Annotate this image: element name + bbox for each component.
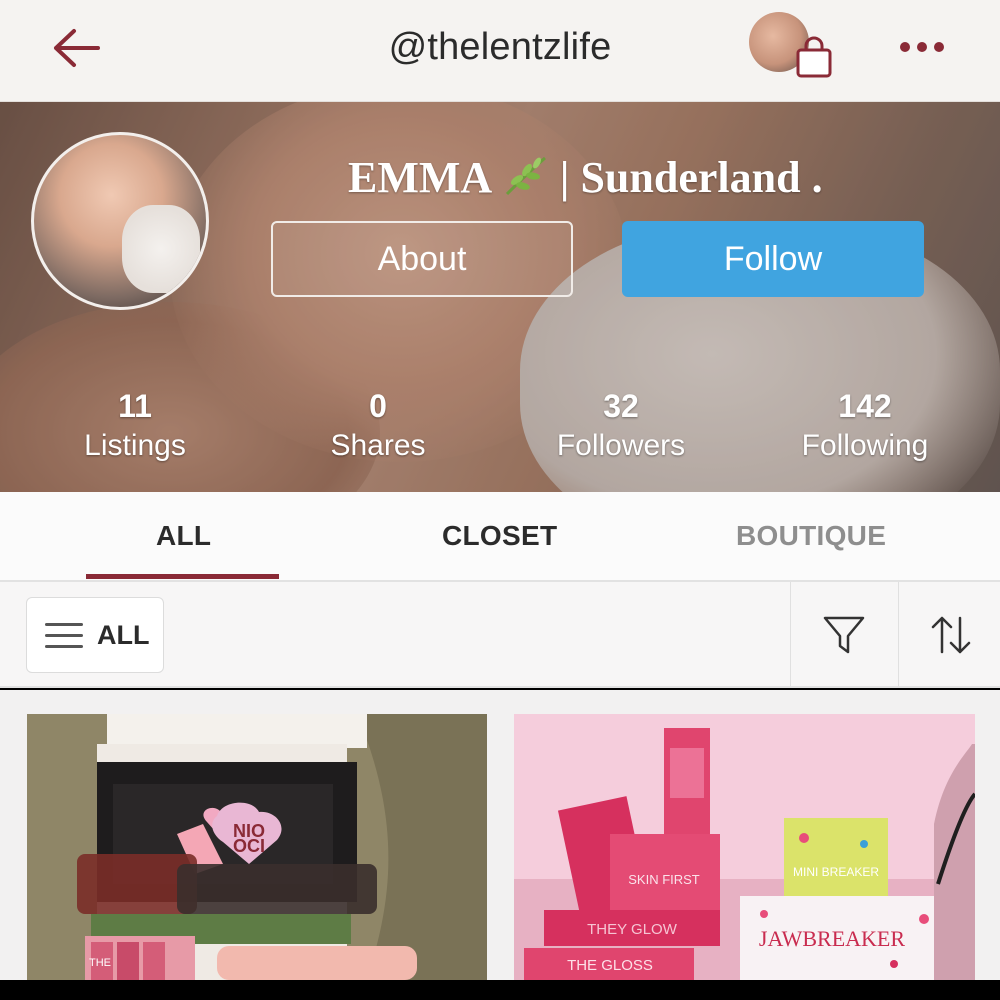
- tab-all[interactable]: ALL: [156, 520, 211, 552]
- divider: [898, 582, 899, 688]
- product-box-label-5: THE GLOSS: [567, 957, 653, 974]
- display-name-first: EMMA: [348, 153, 490, 202]
- follow-button[interactable]: Follow: [622, 221, 924, 297]
- tab-closet[interactable]: CLOSET: [442, 520, 557, 552]
- about-button[interactable]: About: [271, 221, 573, 297]
- menu-icon: [45, 623, 83, 648]
- stat-following[interactable]: 142 Following: [765, 388, 965, 468]
- shopping-bag-icon: [796, 36, 832, 78]
- product-box-label-4: THEY GLOW: [587, 921, 678, 938]
- filter-bar: ALL: [0, 582, 1000, 688]
- tab-boutique[interactable]: BOUTIQUE: [736, 520, 886, 552]
- stat-value: 32: [603, 388, 639, 424]
- stat-label: Followers: [556, 429, 686, 462]
- listing-tile[interactable]: OIN OCI THE: [27, 714, 487, 980]
- listing-tile[interactable]: SKIN FIRST MINI BREAKER JAWBREAKER THEY …: [514, 714, 975, 980]
- heart-text-bottom: OCI: [233, 836, 265, 856]
- stat-followers[interactable]: 32 Followers: [521, 388, 721, 468]
- filter-funnel-icon[interactable]: [821, 612, 867, 658]
- stat-label: Following: [801, 429, 929, 462]
- stat-label: Listings: [84, 429, 186, 462]
- category-filter-button[interactable]: ALL: [26, 597, 164, 673]
- stat-label: Shares: [330, 429, 426, 462]
- page-title: @thelentzlife: [388, 26, 612, 68]
- listings-grid: OIN OCI THE SKIN FIRST MINI BREAKER JAWB…: [0, 690, 1000, 980]
- active-tab-indicator: [86, 574, 279, 579]
- shopping-bag-button[interactable]: [792, 36, 836, 80]
- stat-value: 11: [118, 388, 152, 424]
- stat-shares[interactable]: 0 Shares: [278, 388, 478, 468]
- sort-arrows-icon[interactable]: [928, 612, 974, 658]
- stat-listings[interactable]: 11 Listings: [35, 388, 235, 468]
- more-dots-icon: [900, 42, 944, 52]
- bottom-edge: [0, 980, 1000, 1000]
- stat-value: 142: [838, 388, 892, 424]
- more-options-button[interactable]: [896, 34, 948, 60]
- category-filter-label: ALL: [97, 620, 150, 650]
- display-name-last: | Sunderland .: [559, 153, 823, 202]
- profile-avatar[interactable]: [31, 132, 209, 310]
- lipstick-text: THE: [89, 957, 111, 969]
- stat-value: 0: [369, 388, 387, 424]
- closet-tabs: ALL CLOSET BOUTIQUE: [0, 492, 1000, 582]
- listing-photo: OIN OCI THE: [27, 714, 487, 980]
- product-box-label-2: MINI BREAKER: [793, 865, 879, 879]
- leaf-emoji-icon: [505, 156, 546, 196]
- product-box-label-3: JAWBREAKER: [759, 926, 905, 951]
- listing-photo: SKIN FIRST MINI BREAKER JAWBREAKER THEY …: [514, 714, 975, 980]
- product-box-label-1: SKIN FIRST: [628, 872, 700, 887]
- display-name: EMMA | Sunderland .: [348, 152, 823, 203]
- divider: [790, 582, 791, 688]
- top-bar: @thelentzlife: [0, 0, 1000, 102]
